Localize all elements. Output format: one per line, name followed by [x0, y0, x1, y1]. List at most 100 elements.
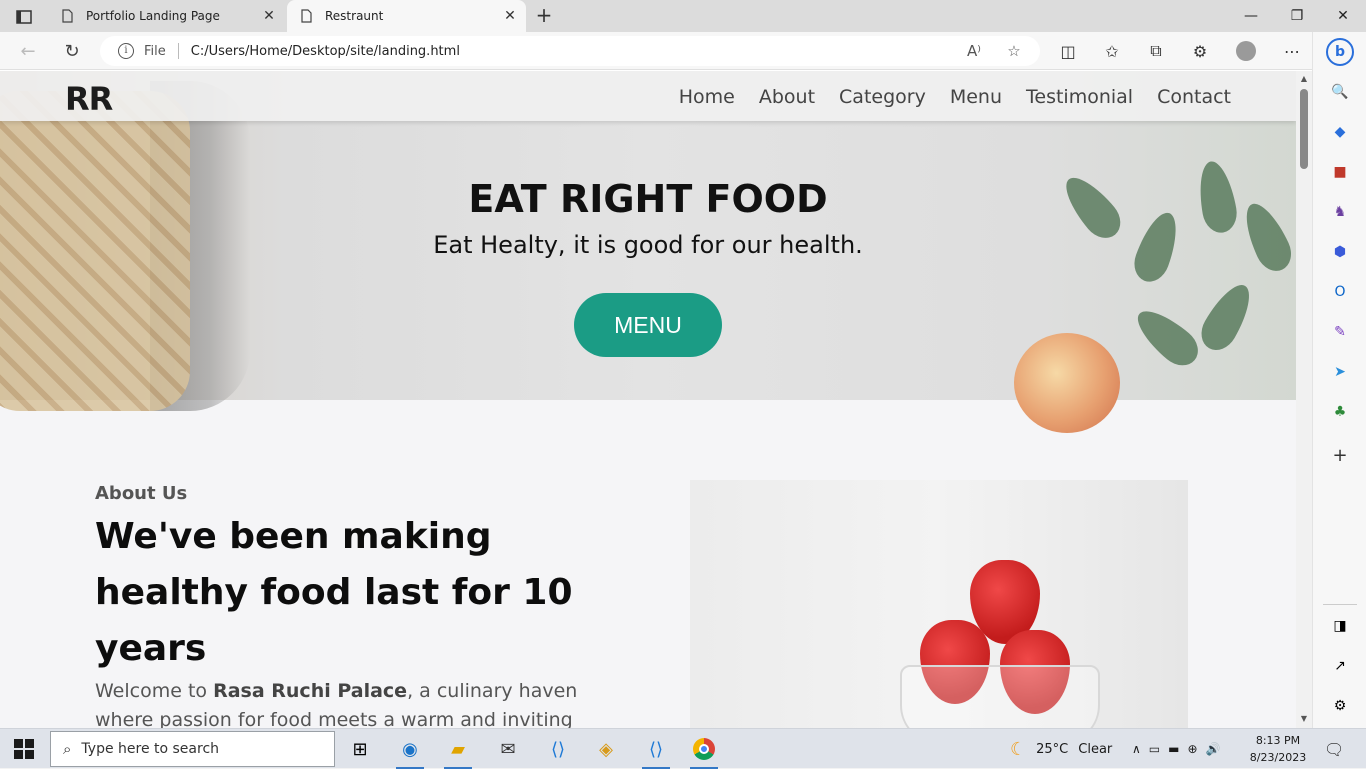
taskbar-search[interactable]: ⌕ Type here to search: [50, 731, 335, 767]
minimize-button[interactable]: —: [1228, 0, 1274, 32]
nav-contact[interactable]: Contact: [1157, 86, 1231, 108]
tab-actions-icon: [16, 10, 32, 24]
start-button[interactable]: [14, 739, 34, 759]
notifications-icon[interactable]: 🗨: [1324, 729, 1344, 769]
about-eyebrow: About Us: [95, 483, 188, 504]
divider: [1323, 604, 1357, 605]
windows-taskbar: ⌕ Type here to search ⊞ ◉ ▰ ✉ ⟨⟩ ◈ ⟨⟩ ☾ …: [0, 728, 1366, 769]
nav-links: Home About Category Menu Testimonial Con…: [679, 86, 1231, 108]
browser-toolbar: ← ↻ i File C:/Users/Home/Desktop/site/la…: [0, 32, 1366, 70]
designer-icon[interactable]: ✎: [1330, 322, 1350, 342]
mail-icon[interactable]: ✉: [488, 733, 528, 765]
clock-time: 8:13 PM: [1255, 734, 1301, 747]
site-navbar: RR Home About Category Menu Testimonial …: [0, 71, 1296, 121]
add-icon[interactable]: +: [1330, 445, 1350, 466]
read-aloud-icon[interactable]: A⁾: [960, 36, 988, 66]
meet-icon[interactable]: ▭: [1149, 742, 1160, 756]
search-icon: ⌕: [63, 740, 72, 758]
scroll-down-arrow-icon[interactable]: ▼: [1299, 714, 1309, 724]
clock[interactable]: 8:13 PM 8/23/2023: [1248, 732, 1308, 766]
divider: [177, 43, 179, 59]
page-icon: [301, 9, 312, 23]
brand-name: Rasa Ruchi Palace: [213, 680, 408, 702]
close-tab-icon[interactable]: ✕: [261, 8, 277, 24]
nav-category[interactable]: Category: [839, 86, 926, 108]
edge-sidebar: b 🔍 ◆ ■ ♞ ⬢ O ✎ ➤ ♣ + ◨ ↗ ⚙: [1312, 32, 1366, 728]
leaf-image: [1194, 277, 1260, 357]
menu-button[interactable]: MENU: [574, 293, 722, 357]
split-screen-icon[interactable]: ◫: [1054, 38, 1082, 64]
hero-subtitle: Eat Healty, it is good for our health.: [433, 231, 863, 259]
system-tray: ∧ ▭ ▬ ⊕ 🔊: [1132, 729, 1221, 769]
address-bar[interactable]: i File C:/Users/Home/Desktop/site/landin…: [100, 36, 1040, 66]
weather-widget[interactable]: ☾ 25°C Clear: [1010, 729, 1112, 769]
back-button[interactable]: ←: [14, 38, 42, 64]
bing-chat-icon[interactable]: b: [1326, 38, 1354, 66]
tools-icon[interactable]: ■: [1330, 162, 1350, 182]
vscode-icon[interactable]: ⟨⟩: [538, 733, 578, 765]
collections-icon[interactable]: ⧉: [1142, 38, 1170, 64]
apple-image: [1014, 333, 1120, 433]
sidebar-panel-icon[interactable]: ◨: [1330, 616, 1350, 636]
about-text: Welcome to Rasa Ruchi Palace, a culinary…: [95, 677, 595, 728]
info-icon[interactable]: i: [118, 43, 134, 59]
tab-strip: Portfolio Landing Page ✕ Restraunt ✕ + —…: [0, 0, 1366, 32]
copilot-icon[interactable]: ⬢: [1330, 242, 1350, 262]
nav-testimonial[interactable]: Testimonial: [1026, 86, 1133, 108]
close-tab-icon[interactable]: ✕: [502, 8, 518, 24]
nav-menu[interactable]: Menu: [950, 86, 1002, 108]
scroll-up-arrow-icon[interactable]: ▲: [1299, 74, 1309, 84]
shopping-icon[interactable]: ◆: [1330, 122, 1350, 142]
site-logo[interactable]: RR: [65, 80, 113, 118]
favorites-icon[interactable]: ✩: [1098, 38, 1126, 64]
weather-condition: Clear: [1078, 741, 1113, 757]
file-explorer-icon[interactable]: ▰: [438, 733, 478, 769]
hero-title: EAT RIGHT FOOD: [468, 177, 828, 221]
tree-icon[interactable]: ♣: [1330, 402, 1350, 422]
extensions-icon[interactable]: ⚙: [1186, 38, 1214, 64]
settings-icon[interactable]: ⚙: [1330, 696, 1350, 716]
refresh-button[interactable]: ↻: [58, 38, 86, 64]
page-icon: [62, 9, 73, 23]
restore-button[interactable]: ❐: [1274, 0, 1320, 32]
page-viewport: EAT RIGHT FOOD Eat Healty, it is good fo…: [0, 71, 1296, 728]
tab-restraunt[interactable]: Restraunt ✕: [287, 0, 526, 32]
battery-icon[interactable]: ▬: [1168, 742, 1179, 756]
scroll-thumb[interactable]: [1300, 89, 1308, 169]
favorite-star-icon[interactable]: ☆: [1000, 36, 1028, 66]
close-window-button[interactable]: ✕: [1320, 0, 1366, 32]
about-text-prefix: Welcome to: [95, 680, 214, 702]
browser-window: Portfolio Landing Page ✕ Restraunt ✕ + —…: [0, 0, 1366, 728]
vscode-icon[interactable]: ⟨⟩: [636, 733, 676, 769]
chevron-up-icon[interactable]: ∧: [1132, 742, 1141, 756]
moon-icon: ☾: [1010, 738, 1027, 760]
tab-actions-button[interactable]: [10, 6, 38, 28]
external-link-icon[interactable]: ↗: [1330, 656, 1350, 676]
tab-title: Restraunt: [325, 9, 384, 23]
clock-date: 8/23/2023: [1249, 751, 1307, 764]
url-text[interactable]: C:/Users/Home/Desktop/site/landing.html: [191, 44, 460, 59]
send-icon[interactable]: ➤: [1330, 362, 1350, 382]
edge-app-icon[interactable]: ◉: [390, 733, 430, 769]
chrome-icon[interactable]: [684, 733, 724, 769]
task-view-icon[interactable]: ⊞: [340, 733, 380, 765]
scheme-label: File: [144, 43, 166, 59]
new-tab-button[interactable]: +: [533, 4, 555, 26]
more-menu-icon[interactable]: ⋯: [1278, 38, 1306, 64]
strawberries-image: [690, 480, 1188, 728]
volume-icon[interactable]: 🔊: [1206, 742, 1221, 756]
search-icon[interactable]: 🔍: [1330, 82, 1350, 102]
tab-title: Portfolio Landing Page: [86, 9, 220, 23]
network-icon[interactable]: ⊕: [1187, 742, 1197, 756]
glass-bowl: [900, 665, 1100, 728]
outlook-icon[interactable]: O: [1330, 282, 1350, 302]
nav-about[interactable]: About: [759, 86, 815, 108]
page-scrollbar[interactable]: ▲ ▼: [1296, 71, 1312, 728]
git-icon[interactable]: ◈: [586, 733, 626, 765]
games-icon[interactable]: ♞: [1330, 202, 1350, 222]
nav-home[interactable]: Home: [679, 86, 735, 108]
tab-portfolio[interactable]: Portfolio Landing Page ✕: [48, 0, 285, 32]
weather-temp: 25°C: [1036, 741, 1069, 757]
profile-avatar-icon[interactable]: [1232, 38, 1260, 64]
leaf-image: [1128, 300, 1206, 374]
